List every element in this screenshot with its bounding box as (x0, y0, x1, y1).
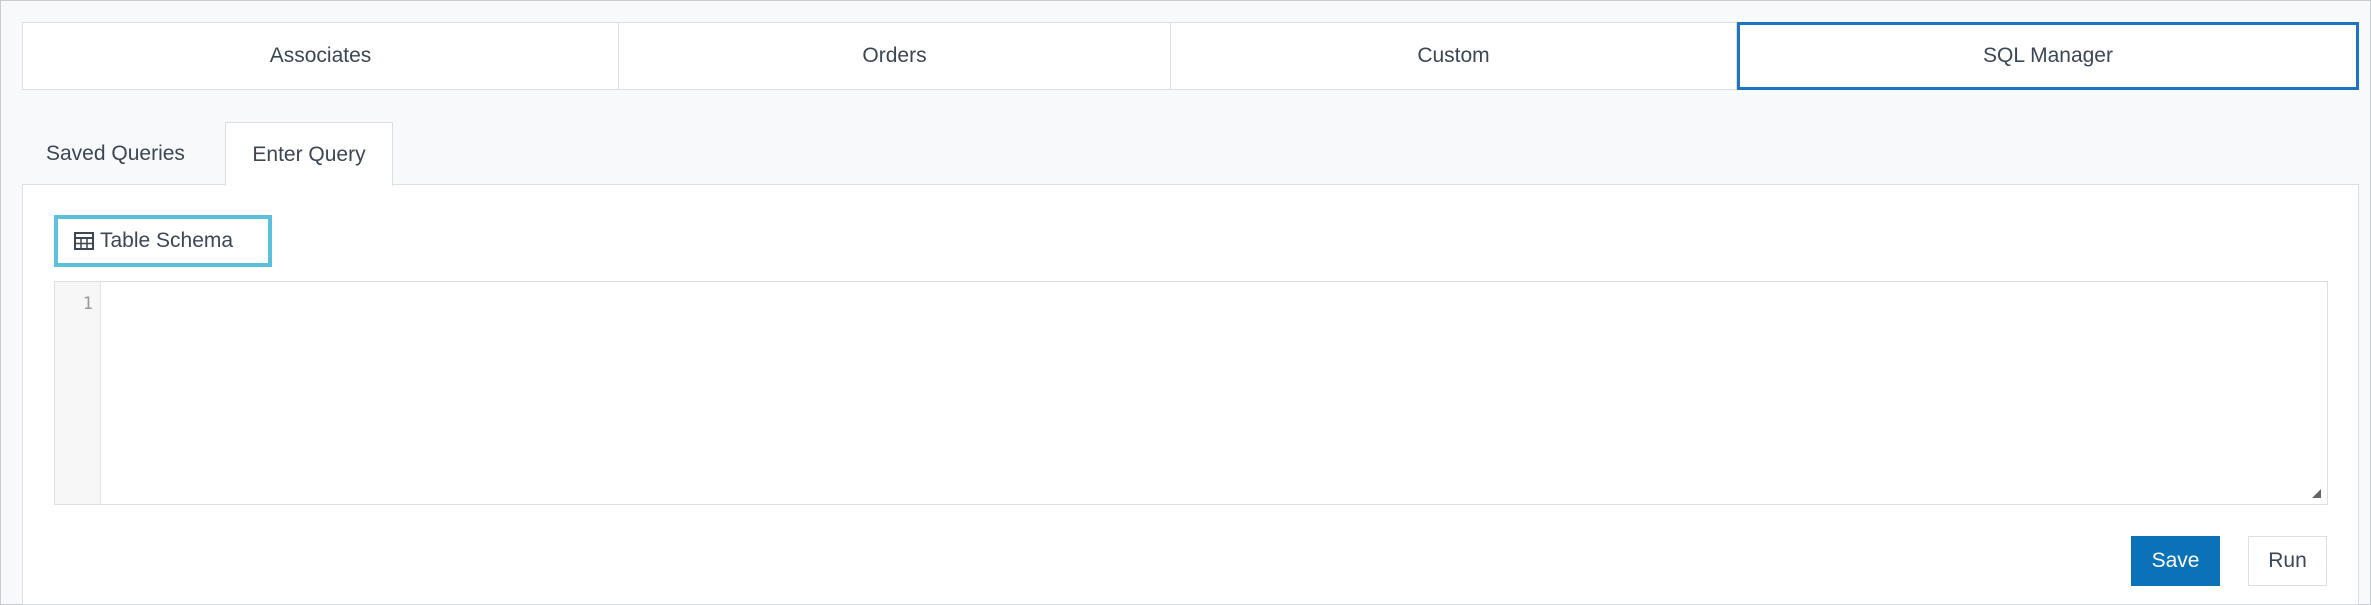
app-frame: Associates Orders Custom SQL Manager Sav… (0, 0, 2371, 605)
table-icon (74, 232, 94, 250)
top-tab-bar: Associates Orders Custom SQL Manager (22, 22, 2359, 90)
tab-enter-query[interactable]: Enter Query (225, 122, 393, 186)
line-number: 1 (82, 294, 93, 314)
tab-associates[interactable]: Associates (23, 23, 619, 89)
table-schema-button[interactable]: Table Schema (54, 215, 272, 267)
sql-input[interactable] (101, 282, 2327, 504)
table-schema-label: Table Schema (100, 229, 234, 252)
query-panel: Table Schema 1 Save Run (22, 184, 2359, 605)
resize-handle-icon[interactable] (2312, 489, 2321, 498)
tab-custom[interactable]: Custom (1171, 23, 1737, 89)
save-button[interactable]: Save (2131, 536, 2220, 586)
run-button[interactable]: Run (2248, 536, 2327, 586)
tab-orders[interactable]: Orders (619, 23, 1171, 89)
tab-sql-manager[interactable]: SQL Manager (1737, 22, 2359, 90)
tab-saved-queries[interactable]: Saved Queries (22, 122, 225, 185)
sub-tab-bar: Saved Queries Enter Query (22, 122, 393, 186)
sql-editor[interactable]: 1 (54, 281, 2328, 505)
line-number-gutter: 1 (55, 282, 101, 504)
